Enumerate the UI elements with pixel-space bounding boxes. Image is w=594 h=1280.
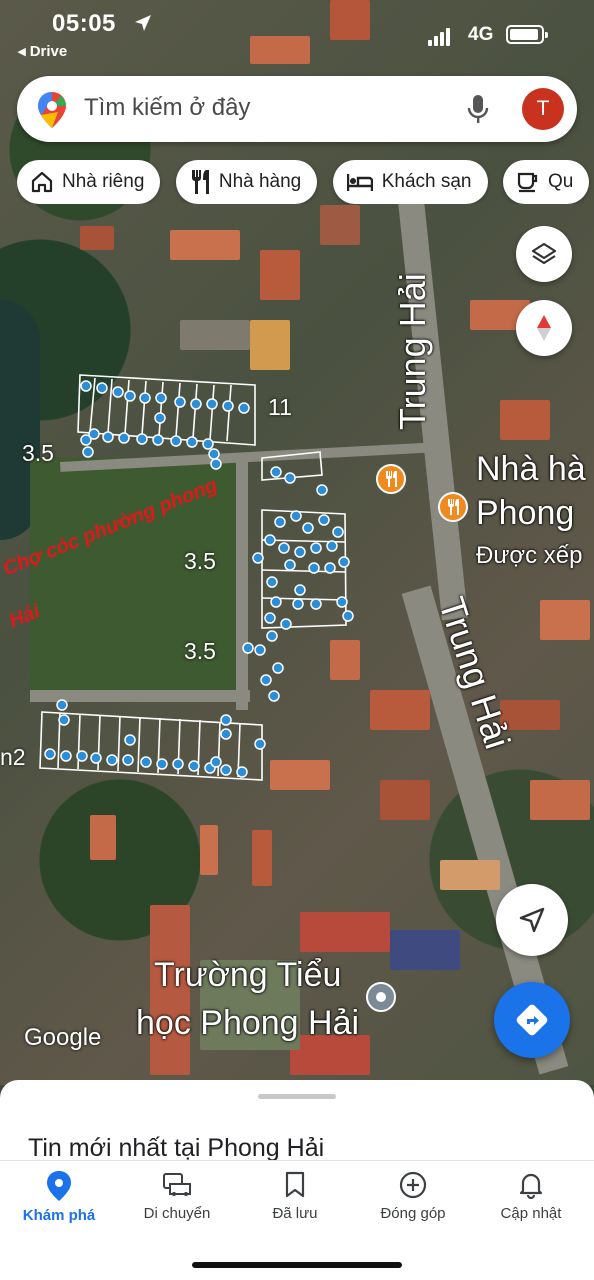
home-icon	[31, 171, 53, 193]
lot-dimension: 3.5	[184, 638, 216, 664]
school-label[interactable]: Trường Tiểu	[154, 956, 341, 995]
tab-updates[interactable]: Cập nhật	[472, 1171, 590, 1222]
location-arrow-icon	[135, 15, 151, 31]
maps-logo-icon	[38, 92, 66, 128]
explore-pin-icon	[47, 1171, 71, 1201]
navigation-arrow-icon	[519, 907, 545, 933]
school-label[interactable]: học Phong Hải	[136, 1004, 359, 1043]
search-input[interactable]: Tìm kiếm ở đây	[84, 94, 250, 122]
school-pin-icon[interactable]	[366, 982, 396, 1012]
tab-explore[interactable]: Khám phá	[0, 1171, 118, 1224]
battery-icon	[506, 25, 548, 44]
restaurant-pin-icon[interactable]	[376, 464, 406, 494]
bookmark-icon	[285, 1171, 305, 1198]
network-type: 4G	[468, 24, 494, 45]
search-bar[interactable]: Tìm kiếm ở đây T	[17, 76, 577, 142]
my-location-button[interactable]	[496, 884, 568, 956]
avatar[interactable]: T	[522, 88, 564, 130]
restaurant-pin-icon[interactable]	[438, 492, 468, 522]
lot-dimension: n2	[0, 744, 26, 770]
back-to-app-link[interactable]: ◂ Drive	[18, 42, 67, 60]
maps-app: Trung Hải Trung Hải Nhà hà Phong Được xế…	[0, 0, 594, 1280]
lot-dimension: 3.5	[184, 548, 216, 574]
tab-label: Cập nhật	[500, 1205, 562, 1222]
add-circle-icon	[399, 1171, 427, 1199]
home-indicator[interactable]	[192, 1262, 402, 1268]
lot-dimension: 11	[268, 394, 292, 420]
tab-label: Khám phá	[22, 1207, 96, 1224]
poi-rating-label: Được xếp	[476, 542, 583, 569]
chip-restaurant[interactable]: Nhà hàng	[175, 160, 318, 204]
microphone-icon[interactable]	[465, 94, 491, 124]
compass-icon	[537, 315, 551, 341]
poi-label[interactable]: Phong	[476, 494, 574, 533]
poi-label[interactable]: Nhà hà	[476, 450, 586, 489]
chip-hotel[interactable]: Khách sạn	[332, 160, 488, 204]
sheet-title: Tin mới nhất tại Phong Hải	[28, 1134, 325, 1162]
tab-contribute[interactable]: Đóng góp	[354, 1171, 472, 1222]
status-bar: 05:05 ◂ Drive 4G	[0, 0, 594, 70]
layers-button[interactable]	[516, 226, 572, 282]
tab-saved[interactable]: Đã lưu	[236, 1171, 354, 1222]
directions-icon	[516, 1004, 548, 1036]
google-watermark: Google	[24, 1024, 102, 1051]
layers-icon	[531, 242, 557, 265]
clock: 05:05	[52, 10, 116, 37]
fork-knife-icon	[191, 170, 209, 194]
street-label: Trung Hải	[392, 273, 433, 430]
lot-dimension: 3.5	[22, 440, 54, 466]
chip-label: Nhà hàng	[218, 171, 302, 192]
tab-label: Đã lưu	[272, 1205, 318, 1222]
chip-home[interactable]: Nhà riêng	[17, 160, 161, 204]
chip-label: Qu	[547, 171, 574, 192]
bell-icon	[519, 1173, 543, 1199]
bed-icon	[346, 174, 373, 191]
chip-label: Khách sạn	[381, 171, 472, 192]
chip-label: Nhà riêng	[62, 171, 145, 192]
signal-icon	[428, 28, 450, 46]
tab-commute[interactable]: Di chuyển	[118, 1171, 236, 1222]
tab-label: Di chuyển	[143, 1205, 211, 1222]
category-chips: Nhà riêng Nhà hàng Khách sạn Qu	[17, 160, 594, 204]
compass-button[interactable]	[516, 300, 572, 356]
tab-label: Đóng góp	[380, 1205, 446, 1222]
cup-icon	[517, 172, 538, 193]
chip-cafe[interactable]: Qu	[502, 160, 590, 204]
sheet-drag-handle[interactable]	[258, 1094, 336, 1099]
directions-button[interactable]	[494, 982, 570, 1058]
car-icon	[163, 1173, 191, 1196]
